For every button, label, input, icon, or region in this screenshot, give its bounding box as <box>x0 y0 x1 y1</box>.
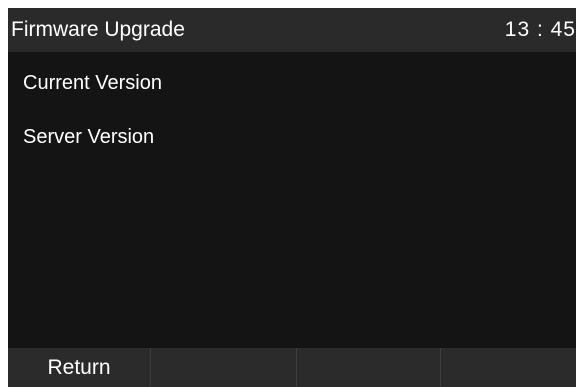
softkey-4[interactable] <box>440 348 576 387</box>
page-title: Firmware Upgrade <box>11 18 185 41</box>
softkey-3[interactable] <box>296 348 438 387</box>
firmware-info-list: Current Version Server Version <box>8 52 576 348</box>
softkey-bar: Return <box>8 348 576 387</box>
title-bar: Firmware Upgrade 13 : 45 <box>8 8 576 52</box>
phone-screen: Firmware Upgrade 13 : 45 Current Version… <box>8 8 576 387</box>
return-softkey[interactable]: Return <box>8 348 150 387</box>
server-version-item[interactable]: Server Version <box>23 125 154 149</box>
current-version-item[interactable]: Current Version <box>23 71 162 95</box>
clock: 13 : 45 <box>504 18 576 41</box>
softkey-2[interactable] <box>150 348 292 387</box>
